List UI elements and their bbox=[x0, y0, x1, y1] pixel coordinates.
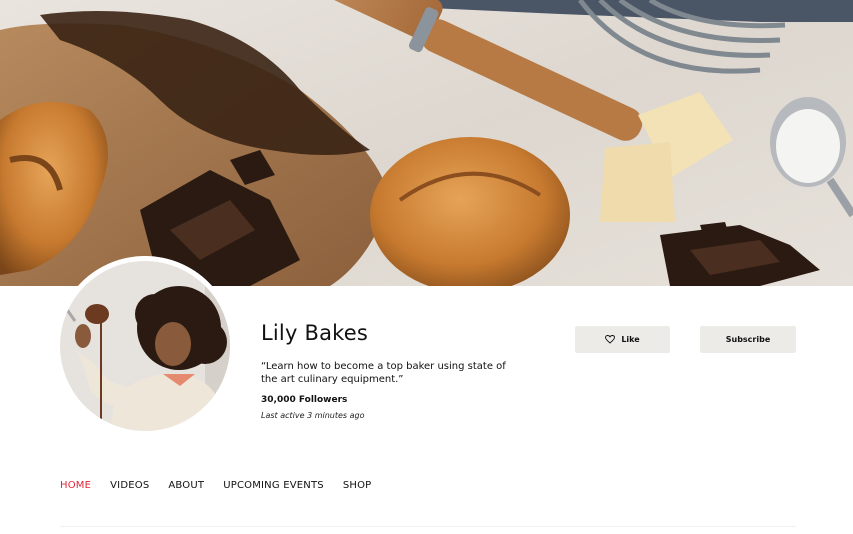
heart-icon bbox=[605, 335, 616, 344]
avatar bbox=[55, 256, 235, 436]
tab-about[interactable]: ABOUT bbox=[168, 480, 204, 491]
tab-shop[interactable]: SHOP bbox=[343, 480, 372, 491]
subscribe-label: Subscribe bbox=[725, 335, 771, 344]
tab-home[interactable]: HOME bbox=[60, 480, 91, 491]
cover-image bbox=[0, 0, 853, 286]
last-active-status: Last active 3 minutes ago bbox=[261, 411, 365, 420]
profile-name: Lily Bakes bbox=[261, 321, 369, 345]
profile-info: Lily Bakes “Learn how to become a top ba… bbox=[261, 318, 521, 420]
tab-videos[interactable]: VIDEOS bbox=[110, 480, 149, 491]
like-button[interactable]: Like bbox=[575, 326, 670, 353]
like-label: Like bbox=[621, 335, 640, 344]
tab-upcoming-events[interactable]: UPCOMING EVENTS bbox=[223, 480, 324, 491]
subscribe-button[interactable]: Subscribe bbox=[700, 326, 796, 353]
profile-bio: “Learn how to become a top baker using s… bbox=[261, 361, 506, 385]
profile-tabs: HOME VIDEOS ABOUT UPCOMING EVENTS SHOP bbox=[60, 480, 371, 491]
tabs-divider bbox=[60, 526, 796, 527]
follower-count: 30,000 Followers bbox=[261, 395, 348, 405]
